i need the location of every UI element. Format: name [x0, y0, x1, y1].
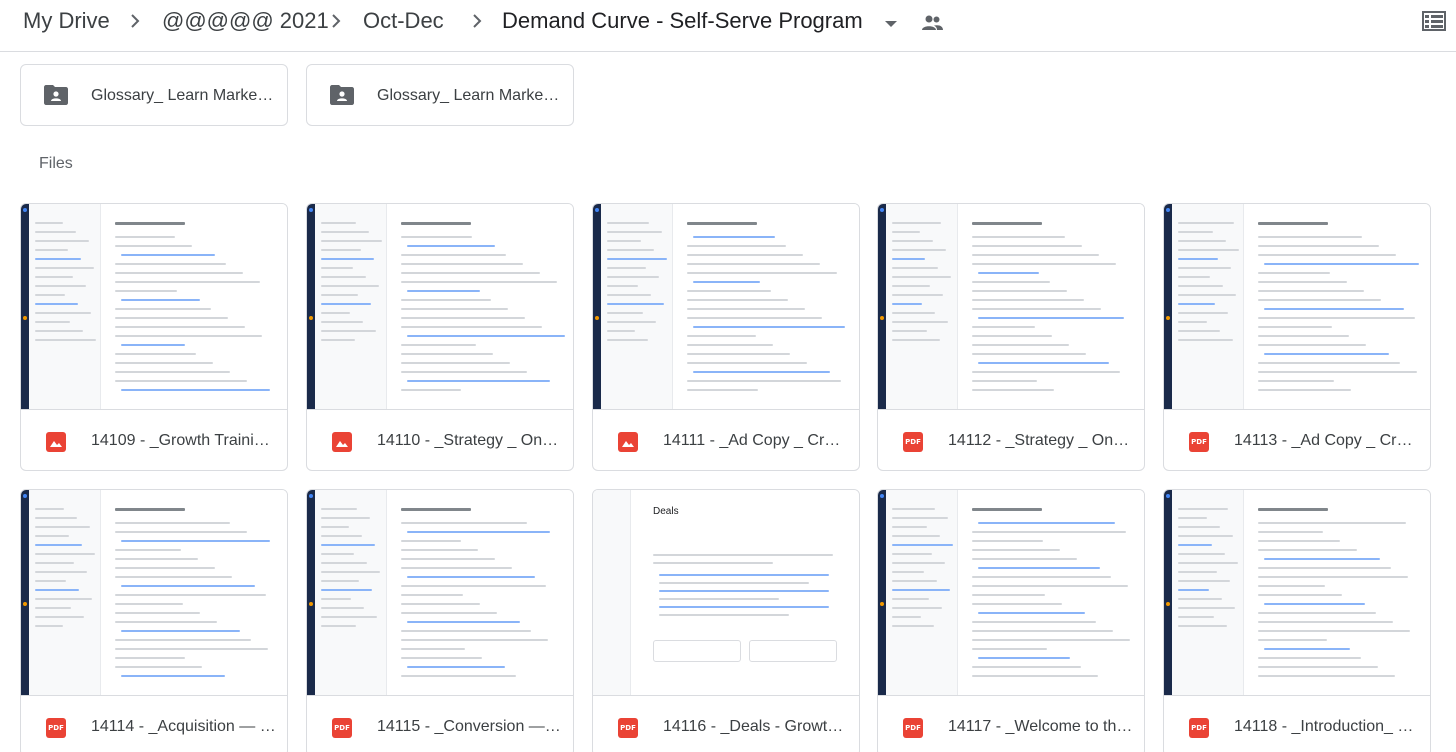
- breadcrumb-current-folder[interactable]: Demand Curve - Self-Serve Program: [502, 8, 863, 34]
- file-name: 14117 - _Welcome to the Course!: [948, 718, 1134, 735]
- file-card[interactable]: PDF 14117 - _Welcome to the Course!: [877, 489, 1145, 752]
- file-card[interactable]: PDF 14112 - _Strategy _ Onboarding _ REA…: [877, 203, 1145, 471]
- file-card[interactable]: PDF 14118 - _Introduction_ Strategy: [1163, 489, 1431, 752]
- pdf-file-icon: PDF: [1189, 432, 1209, 452]
- breadcrumb-bar: My Drive @@@@@ 2021 Oct-Dec Demand Curve…: [0, 0, 1456, 52]
- file-card[interactable]: PDF 14113 - _Ad Copy _ Creative Design _…: [1163, 203, 1431, 471]
- breadcrumb-my-drive[interactable]: My Drive: [23, 8, 110, 34]
- folder-card[interactable]: Glossary_ Learn Marketing Terms: [306, 64, 574, 126]
- file-card[interactable]: 14110 - _Strategy _ Onboarding _ README: [306, 203, 574, 471]
- file-name: 14112 - _Strategy _ Onboarding _ README: [948, 432, 1134, 449]
- chevron-right-icon: [327, 12, 345, 30]
- file-thumbnail: Deals: [593, 490, 859, 696]
- folder-card[interactable]: Glossary_ Learn Marketing Terms: [20, 64, 288, 126]
- file-name: 14111 - _Ad Copy _ Creative Design _ REA…: [663, 432, 849, 449]
- file-card[interactable]: PDF 14114 - _Acquisition — README: [20, 489, 288, 752]
- image-file-icon: [46, 432, 66, 452]
- file-thumbnail: [878, 490, 1144, 696]
- chevron-right-icon: [468, 12, 486, 30]
- file-thumbnail: [1164, 490, 1430, 696]
- image-file-icon: [332, 432, 352, 452]
- file-thumbnail: [878, 204, 1144, 410]
- files-section-title: Files: [39, 155, 73, 172]
- people-icon[interactable]: [920, 12, 944, 34]
- file-card[interactable]: 14109 - _Growth Training _ README: [20, 203, 288, 471]
- file-thumbnail: [307, 490, 573, 696]
- file-thumbnail: [21, 490, 287, 696]
- file-thumbnail: [593, 204, 859, 410]
- arrow-drop-down-icon[interactable]: [884, 16, 898, 27]
- file-card[interactable]: Deals PDF 14116 - _Deals - Growth Progra…: [592, 489, 860, 752]
- pdf-file-icon: PDF: [618, 718, 638, 738]
- folder-name: Glossary_ Learn Marketing Terms: [377, 87, 563, 104]
- pdf-file-icon: PDF: [1189, 718, 1209, 738]
- list-view-icon[interactable]: [1422, 10, 1446, 32]
- file-name: 14115 - _Conversion — README: [377, 718, 563, 735]
- file-card[interactable]: PDF 14115 - _Conversion — README: [306, 489, 574, 752]
- shared-folder-icon: [43, 84, 69, 106]
- file-name: 14116 - _Deals - Growth Program: [663, 718, 849, 735]
- shared-folder-icon: [329, 84, 355, 106]
- file-name: 14113 - _Ad Copy _ Creative Design _ REA…: [1234, 432, 1420, 449]
- file-thumbnail: [21, 204, 287, 410]
- breadcrumb-oct-dec[interactable]: Oct-Dec: [363, 8, 444, 34]
- file-card[interactable]: 14111 - _Ad Copy _ Creative Design _ REA…: [592, 203, 860, 471]
- pdf-file-icon: PDF: [332, 718, 352, 738]
- file-name: 14114 - _Acquisition — README: [91, 718, 277, 735]
- file-name: 14110 - _Strategy _ Onboarding _ README: [377, 432, 563, 449]
- pdf-file-icon: PDF: [903, 432, 923, 452]
- folder-name: Glossary_ Learn Marketing Terms: [91, 87, 277, 104]
- file-name: 14118 - _Introduction_ Strategy: [1234, 718, 1420, 735]
- file-name: 14109 - _Growth Training _ README: [91, 432, 277, 449]
- image-file-icon: [618, 432, 638, 452]
- breadcrumb-year-folder[interactable]: @@@@@ 2021: [162, 8, 329, 34]
- pdf-file-icon: PDF: [46, 718, 66, 738]
- thumbnail-title: Deals: [653, 506, 679, 517]
- file-thumbnail: [307, 204, 573, 410]
- chevron-right-icon: [126, 12, 144, 30]
- pdf-file-icon: PDF: [903, 718, 923, 738]
- file-thumbnail: [1164, 204, 1430, 410]
